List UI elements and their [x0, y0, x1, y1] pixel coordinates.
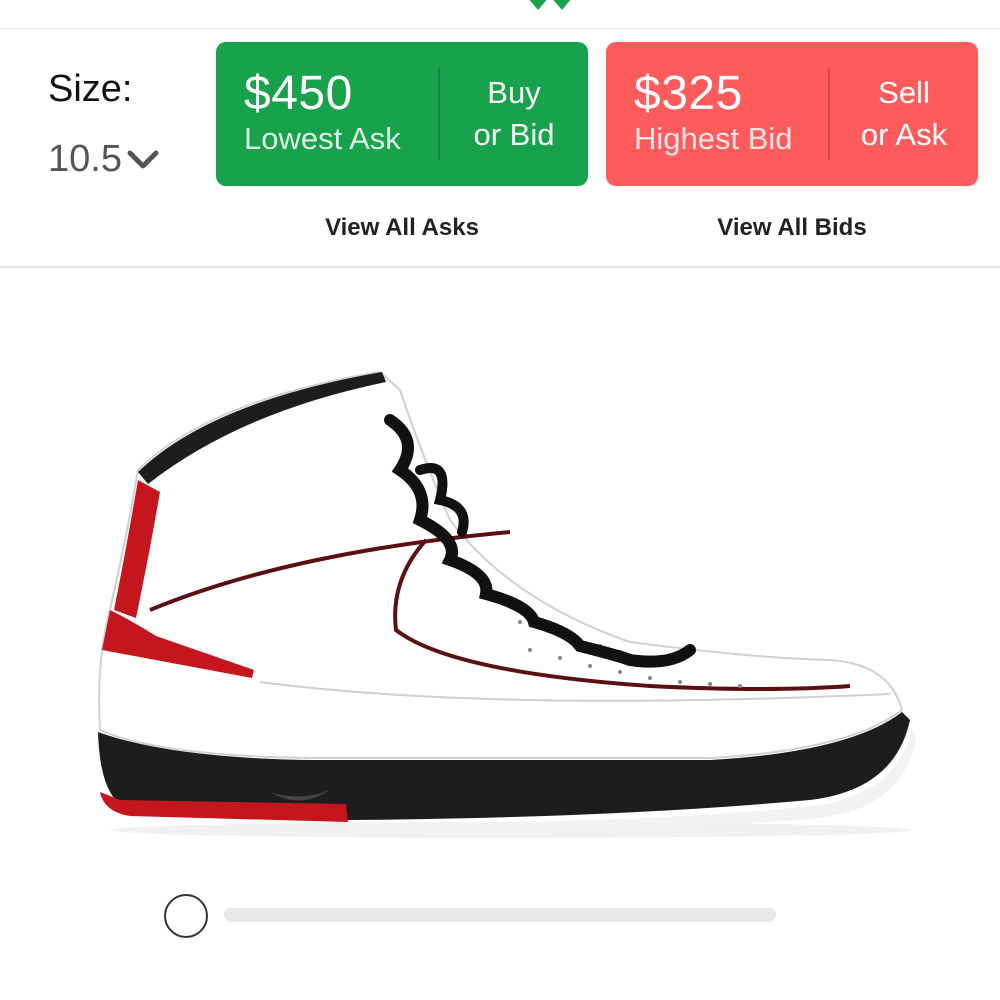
brand-logo-icon: [529, 0, 571, 10]
buy-action-block: Buy or Bid: [440, 42, 588, 186]
sneaker-image: [98, 370, 916, 838]
top-header-strip: [0, 0, 1000, 29]
size-label: Size:: [48, 68, 133, 110]
chevron-down-icon: [127, 150, 159, 168]
viewer-slider-knob[interactable]: [164, 894, 208, 938]
size-selector[interactable]: 10.5: [48, 138, 160, 181]
highest-bid-label: Highest Bid: [634, 121, 793, 156]
lowest-ask-block: $450 Lowest Ask: [216, 42, 438, 186]
sell-action-block: Sell or Ask: [830, 42, 978, 186]
lowest-ask-label: Lowest Ask: [244, 121, 401, 156]
viewer-slider-track[interactable]: [224, 908, 776, 922]
buy-or-bid-button[interactable]: $450 Lowest Ask Buy or Bid: [216, 42, 588, 186]
section-divider: [0, 266, 1000, 268]
buy-action-line2: or Bid: [473, 117, 555, 152]
sell-or-ask-button[interactable]: $325 Highest Bid Sell or Ask: [606, 42, 978, 186]
size-value: 10.5: [48, 138, 122, 180]
product-page: Size: 10.5 $450 Lowest Ask Buy or Bid $3…: [0, 0, 1000, 1000]
view-all-bids-link[interactable]: View All Bids: [606, 214, 978, 242]
highest-bid-price: $325: [634, 67, 743, 120]
sell-action-line1: Sell: [878, 75, 930, 110]
sell-action-line2: or Ask: [860, 117, 948, 152]
lowest-ask-price: $450: [244, 67, 353, 120]
view-all-asks-link[interactable]: View All Asks: [216, 214, 588, 242]
highest-bid-block: $325 Highest Bid: [606, 42, 828, 186]
buy-action-line1: Buy: [487, 75, 541, 110]
